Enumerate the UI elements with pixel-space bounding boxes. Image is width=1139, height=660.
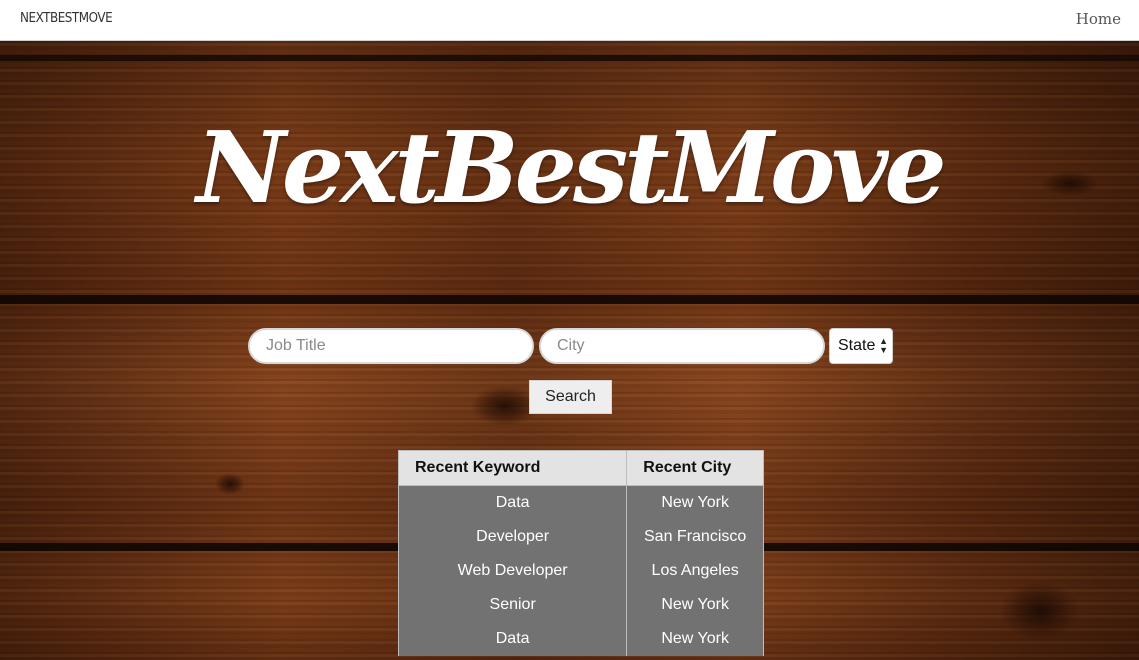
city-cell[interactable]: Los Angeles [626,554,764,588]
table-row: Web Developer Los Angeles [397,554,764,588]
recent-keyword-header: Recent Keyword [397,450,628,486]
table-row: Developer San Francisco [397,520,764,554]
job-title-input[interactable] [248,328,534,364]
search-button[interactable]: Search [529,380,612,414]
home-link[interactable]: Home [1076,10,1121,28]
wood-knot [1000,581,1080,641]
brand-logo-link[interactable]: NEXTBESTMOVE [20,11,113,26]
recent-city-header: Recent City [626,450,764,486]
navbar: NEXTBESTMOVE Home [0,0,1139,41]
wood-knot [215,473,245,495]
state-select[interactable]: State ▲ ▼ [829,328,893,364]
city-input[interactable] [539,328,825,364]
updown-arrows-icon: ▲ ▼ [879,336,888,355]
site-logo-title: NextBestMove [196,111,946,226]
city-cell[interactable]: New York [626,622,764,656]
table-row: Data New York [397,485,764,520]
table-row: Data New York [397,622,764,656]
city-cell[interactable]: New York [626,588,764,622]
recent-searches-table: Recent Keyword Recent City Data New York… [397,450,764,656]
hero-wood-background: NextBestMove State ▲▼ Search Recent Keyw… [0,41,1139,660]
keyword-cell[interactable]: Developer [397,520,628,554]
keyword-cell[interactable]: Data [397,622,628,656]
city-cell[interactable]: San Francisco [626,520,764,554]
keyword-cell[interactable]: Web Developer [397,554,628,588]
table-header-row: Recent Keyword Recent City [397,450,764,486]
city-cell[interactable]: New York [626,485,764,520]
keyword-cell[interactable]: Senior [397,588,628,622]
keyword-cell[interactable]: Data [397,485,628,520]
table-row: Senior New York [397,588,764,622]
state-select-value: State [838,337,876,354]
